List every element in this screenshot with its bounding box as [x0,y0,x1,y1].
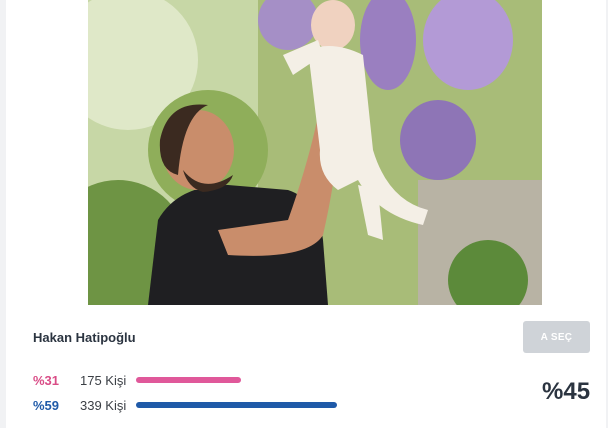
stat-percent: %59 [33,397,60,413]
poll-option-card: Hakan Hatipoğlu A SEÇ %31 175 Kişi %59 3… [6,0,606,428]
stat-percent: %31 [33,372,60,388]
stat-count: 339 Kişi [80,397,127,413]
option-name: Hakan Hatipoğlu [33,330,136,345]
stat-row: %59 339 Kişi [33,397,337,413]
stat-row: %31 175 Kişi [33,372,241,388]
option-photo [88,0,542,305]
stat-bar [136,402,337,408]
select-option-button[interactable]: A SEÇ [523,321,590,353]
total-percent: %45 [542,378,591,405]
stat-count: 175 Kişi [80,372,127,388]
stat-bar [136,377,241,383]
